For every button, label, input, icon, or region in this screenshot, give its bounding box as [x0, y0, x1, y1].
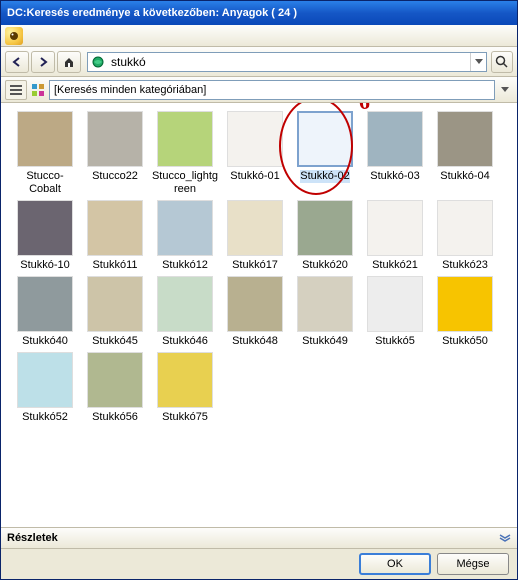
material-item[interactable]: Stucco_lightgreen	[151, 111, 219, 196]
material-item[interactable]: Stukkó20	[291, 200, 359, 272]
category-text: [Keresés minden kategóriában]	[54, 84, 206, 96]
material-label: Stukkó11	[92, 259, 137, 272]
material-label: Stukkó50	[442, 335, 488, 348]
nav-toolbar	[1, 47, 517, 77]
category-dropdown-button[interactable]	[497, 87, 513, 92]
material-item[interactable]: Stukkó46	[151, 276, 219, 348]
material-label: Stukkó5	[375, 335, 415, 348]
app-badge-icon	[5, 27, 23, 45]
material-label: Stukkó45	[92, 335, 138, 348]
material-label: Stukkó52	[22, 411, 68, 424]
cancel-button[interactable]: Mégse	[437, 553, 509, 575]
material-thumbnail	[157, 276, 213, 332]
material-thumbnail	[17, 352, 73, 408]
material-item[interactable]: Stukkó52	[11, 352, 79, 424]
material-label: Stukkó46	[162, 335, 208, 348]
material-label: Stukkó17	[232, 259, 278, 272]
material-label: Stukkó-01	[230, 170, 280, 183]
category-field[interactable]: [Keresés minden kategóriában]	[49, 80, 495, 100]
material-thumbnail	[437, 111, 493, 167]
search-button[interactable]	[491, 51, 513, 73]
globe-icon	[88, 55, 108, 69]
material-label: Stukkó75	[162, 411, 208, 424]
material-item[interactable]: Stukkó21	[361, 200, 429, 272]
material-label: Stukkó49	[302, 335, 348, 348]
material-thumbnail	[437, 200, 493, 256]
material-item[interactable]: Stukkó-03	[361, 111, 429, 196]
material-label: Stukkó12	[162, 259, 208, 272]
material-item[interactable]: Stukkó50	[431, 276, 499, 348]
material-thumbnail	[17, 276, 73, 332]
material-item[interactable]: Stukkó17	[221, 200, 289, 272]
back-button[interactable]	[5, 51, 29, 73]
material-item[interactable]: Stukkó5	[361, 276, 429, 348]
material-thumbnail	[17, 111, 73, 167]
material-thumbnail	[367, 200, 423, 256]
search-input[interactable]	[108, 53, 470, 71]
forward-button[interactable]	[31, 51, 55, 73]
chevron-down-icon	[499, 534, 511, 542]
material-label: Stukkó-04	[440, 170, 490, 183]
ok-button[interactable]: OK	[359, 553, 431, 575]
details-bar[interactable]: Részletek	[1, 527, 517, 549]
material-item[interactable]: Stukkó11	[81, 200, 149, 272]
material-item[interactable]: Stukkó49	[291, 276, 359, 348]
footer: OK Mégse	[1, 549, 517, 579]
material-item[interactable]: Stukkó40	[11, 276, 79, 348]
material-item[interactable]: Stukkó23	[431, 200, 499, 272]
material-item[interactable]: Stukkó12	[151, 200, 219, 272]
material-thumbnail	[87, 352, 143, 408]
window-title: DC:Keresés eredménye a következőben: Any…	[7, 7, 297, 19]
material-label: Stucco-Cobalt	[11, 170, 79, 196]
material-label: Stukkó23	[442, 259, 488, 272]
search-field-wrap	[87, 52, 487, 72]
material-item[interactable]: Stukkó-04	[431, 111, 499, 196]
material-label: Stukkó56	[92, 411, 138, 424]
material-thumbnail	[87, 276, 143, 332]
material-item[interactable]: Stukkó45	[81, 276, 149, 348]
material-thumbnail	[297, 276, 353, 332]
material-label: Stukkó-10	[20, 259, 70, 272]
material-thumbnail	[157, 200, 213, 256]
material-thumbnail	[157, 111, 213, 167]
annotation-6: 6	[359, 103, 370, 115]
material-label: Stucco22	[92, 170, 138, 183]
material-item[interactable]: Stukkó-10	[11, 200, 79, 272]
material-item[interactable]: Stucco-Cobalt	[11, 111, 79, 196]
material-label: Stukkó-03	[370, 170, 420, 183]
material-label: Stukkó21	[372, 259, 418, 272]
filter-toolbar: [Keresés minden kategóriában]	[1, 77, 517, 103]
material-thumbnail	[227, 276, 283, 332]
material-label: Stukkó48	[232, 335, 278, 348]
toolbar-top	[1, 25, 517, 47]
view-list-button[interactable]	[5, 80, 27, 100]
category-icon	[29, 81, 47, 99]
material-thumbnail	[87, 111, 143, 167]
material-item[interactable]: Stukkó56	[81, 352, 149, 424]
material-thumbnail	[437, 276, 493, 332]
home-button[interactable]	[57, 51, 81, 73]
results-grid: Stucco-Cobalt Stucco22 Stucco_lightgreen St…	[1, 103, 517, 527]
material-label: Stukkó20	[302, 259, 348, 272]
material-thumbnail	[227, 200, 283, 256]
material-thumbnail	[227, 111, 283, 167]
material-item[interactable]: Stucco22	[81, 111, 149, 196]
material-thumbnail	[157, 352, 213, 408]
details-label: Részletek	[7, 532, 58, 544]
material-thumbnail	[17, 200, 73, 256]
material-item[interactable]: Stukkó75	[151, 352, 219, 424]
material-label: Stucco_lightgreen	[151, 170, 219, 196]
title-bar: DC:Keresés eredménye a következőben: Any…	[1, 1, 517, 25]
material-item[interactable]: Stukkó48	[221, 276, 289, 348]
search-dropdown-button[interactable]	[470, 53, 486, 71]
material-thumbnail	[87, 200, 143, 256]
material-thumbnail	[297, 200, 353, 256]
material-thumbnail	[367, 111, 423, 167]
material-label: Stukkó40	[22, 335, 68, 348]
material-thumbnail	[367, 276, 423, 332]
